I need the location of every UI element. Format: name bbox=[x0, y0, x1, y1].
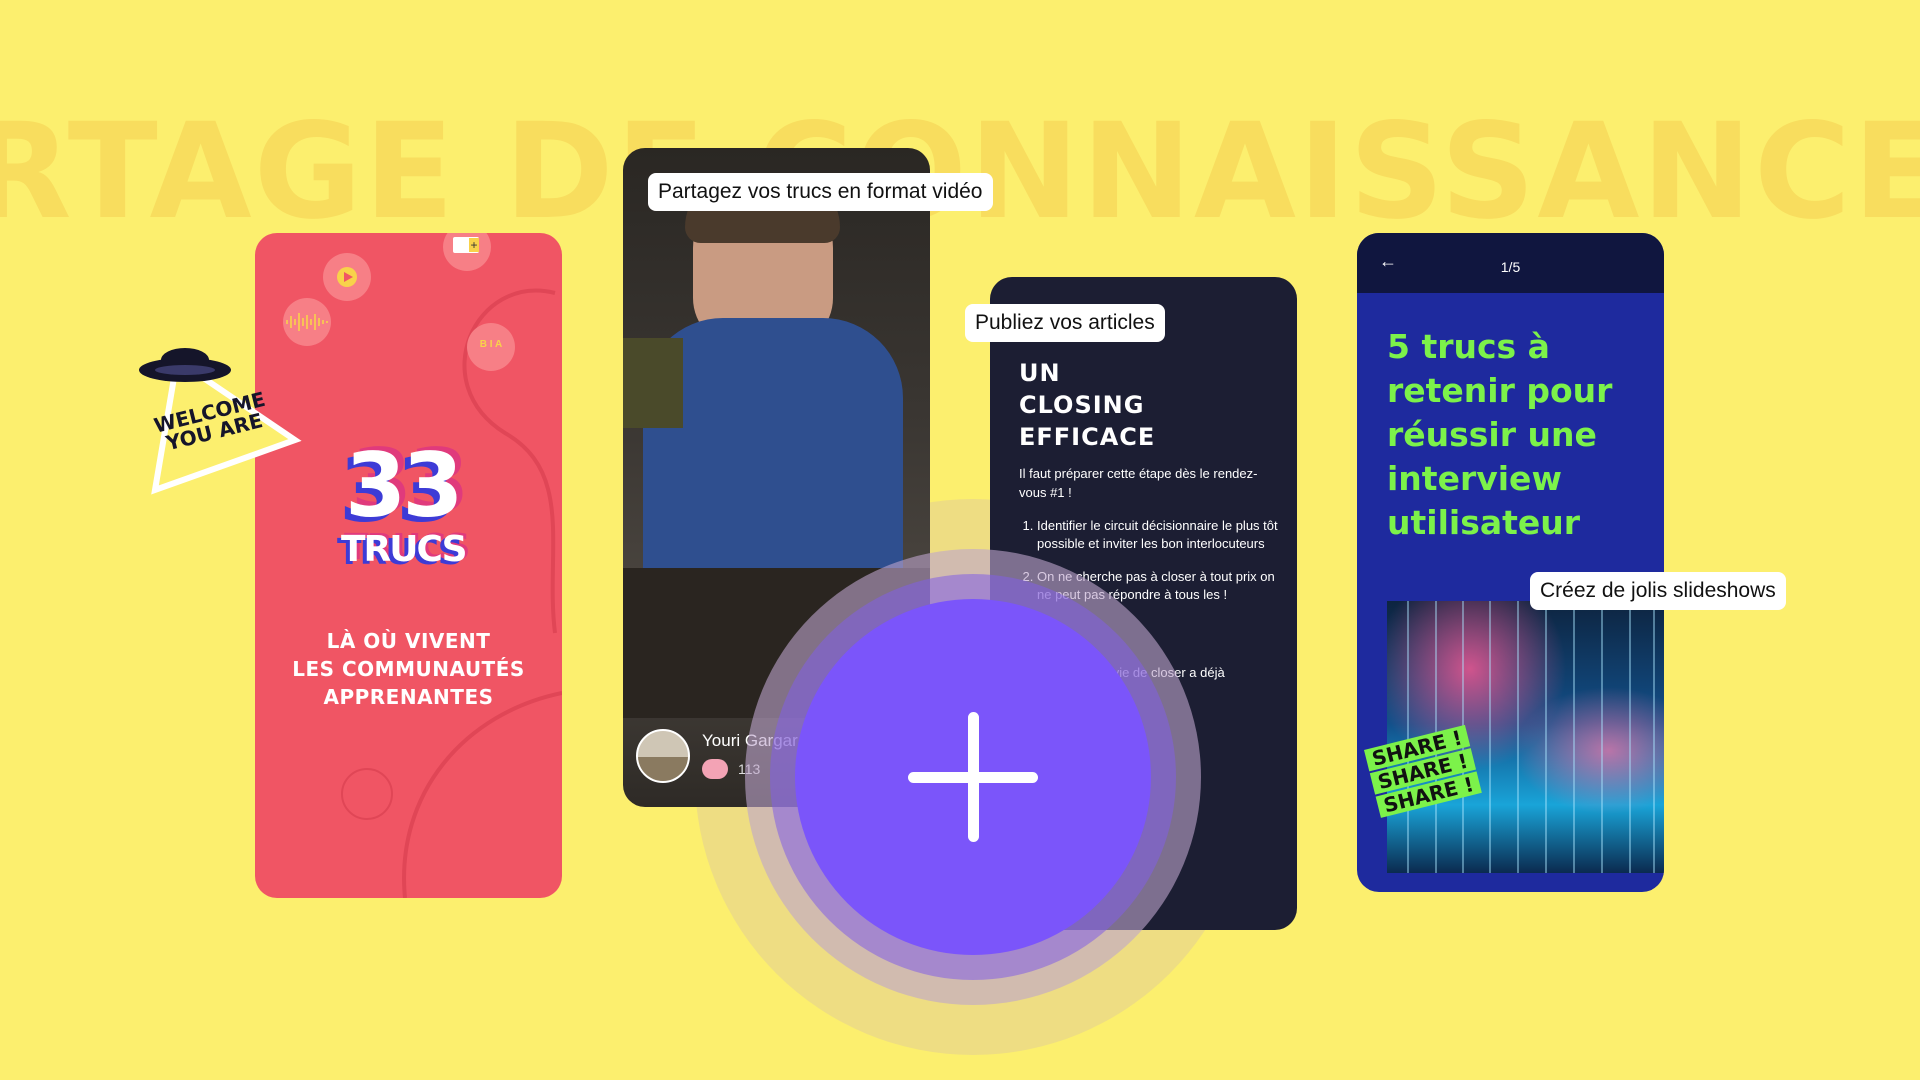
play-bubble[interactable] bbox=[323, 253, 371, 301]
decorative-circle bbox=[341, 768, 393, 820]
avatar[interactable] bbox=[636, 729, 690, 783]
article-tag: Publiez vos articles bbox=[965, 304, 1165, 342]
welcome-sticker: WELCOME YOU ARE bbox=[125, 340, 305, 500]
text-format-icon: B I A bbox=[479, 339, 503, 350]
plus-icon bbox=[795, 599, 1151, 955]
video-tag: Partagez vos trucs en format vidéo bbox=[648, 173, 993, 211]
trucs-logo: 33 TRUCS bbox=[337, 438, 487, 593]
brain-icon bbox=[702, 759, 728, 779]
background-headline: RTAGE DE CONNAISSANCE bbox=[0, 95, 1920, 249]
article-title: UN CLOSING EFFICACE bbox=[1019, 359, 1156, 451]
slideshow-tag: Créez de jolis slideshows bbox=[1530, 572, 1786, 610]
audio-bubble[interactable] bbox=[283, 298, 331, 346]
logo-number: 33 bbox=[345, 434, 463, 537]
community-slogan: LÀ OÙ VIVENT LES COMMUNAUTÉS APPRENANTES bbox=[292, 629, 525, 709]
community-card[interactable]: + B I A 33 TRUCS LÀ OÙ VIVENT LES COMMUN… bbox=[255, 233, 562, 898]
slide-title: 5 trucs à retenir pour réussir une inter… bbox=[1387, 327, 1613, 542]
add-button[interactable] bbox=[795, 599, 1151, 955]
ufo-icon bbox=[139, 348, 231, 382]
list-item: Identifier le circuit décisionnaire le p… bbox=[1037, 517, 1292, 553]
slide-counter: 1/5 bbox=[1500, 259, 1521, 275]
article-intro: Il faut préparer cette étape dès le rend… bbox=[1019, 466, 1258, 500]
logo-word: TRUCS bbox=[341, 529, 468, 570]
text-format-bubble[interactable]: B I A bbox=[467, 323, 515, 371]
audio-wave-icon bbox=[286, 313, 328, 331]
